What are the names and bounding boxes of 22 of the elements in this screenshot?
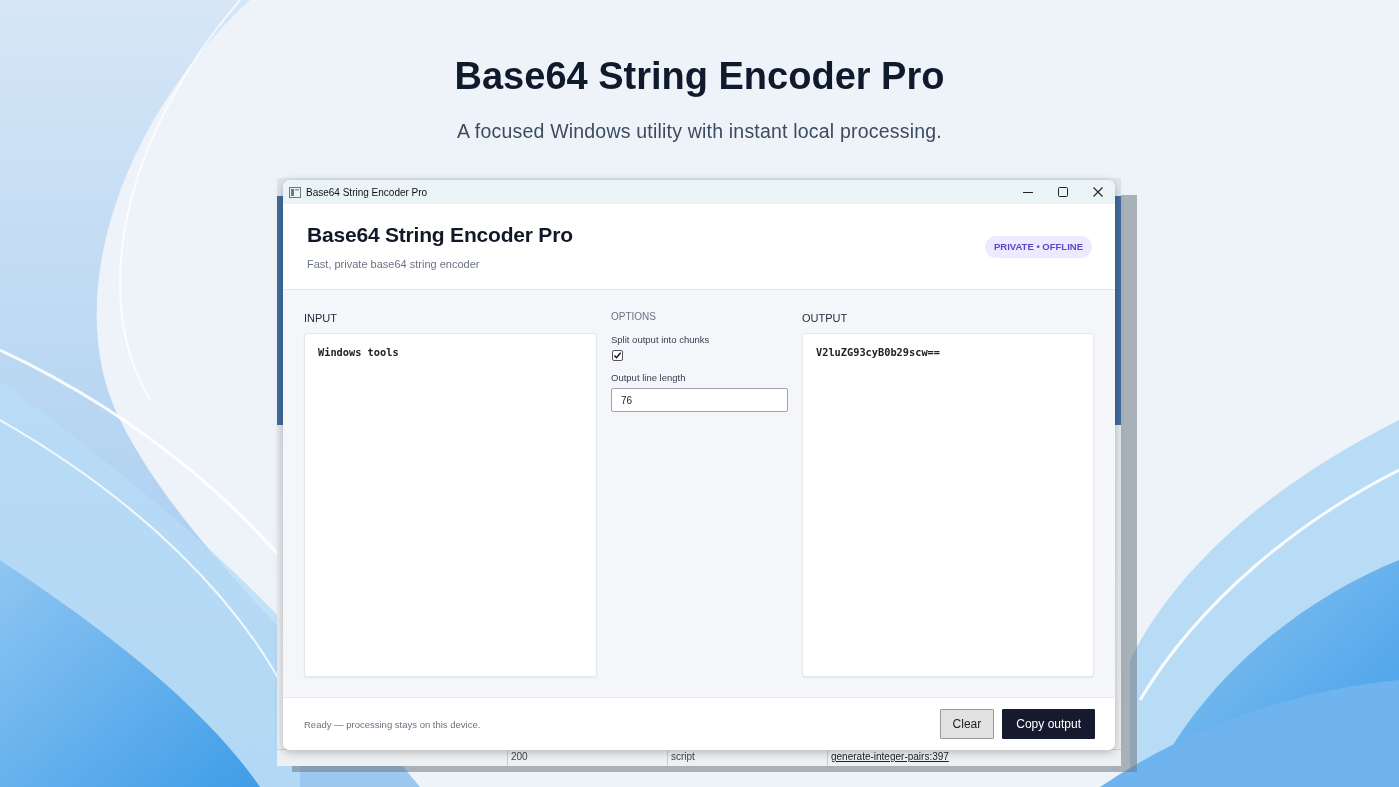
output-field[interactable]: V2luZG93cyB0b29scw== [802, 333, 1094, 677]
field-label: Output line length [611, 372, 687, 384]
window-title: Base64 String Encoder Pro [306, 186, 428, 198]
minimize-icon [1022, 191, 1033, 193]
close-icon [1092, 187, 1103, 197]
status-text: Ready — processing stays on this device. [304, 718, 481, 730]
input-label: INPUT [304, 311, 338, 325]
checkbox-label: Split output into chunks [611, 334, 711, 346]
page-title: Base64 String Encoder Pro [454, 54, 945, 99]
app-icon [289, 186, 301, 198]
maximize-icon [1057, 187, 1068, 197]
line-length-field[interactable]: 76 [611, 388, 788, 412]
app-title: Base64 String Encoder Pro [307, 222, 573, 248]
output-label: OUTPUT [802, 311, 849, 325]
options-label: OPTIONS [611, 310, 657, 323]
clear-button[interactable]: Clear [939, 709, 995, 739]
input-field[interactable]: Windows tools [304, 333, 597, 677]
page-subtitle: A focused Windows utility with instant local processing. [457, 119, 942, 143]
privacy-badge: PRIVATE • OFFLINE [985, 235, 1092, 258]
checkbox[interactable] [612, 350, 623, 361]
copy-button[interactable]: Copy output [1002, 709, 1095, 739]
app-subtitle: Fast, private base64 string encoder [307, 257, 481, 271]
